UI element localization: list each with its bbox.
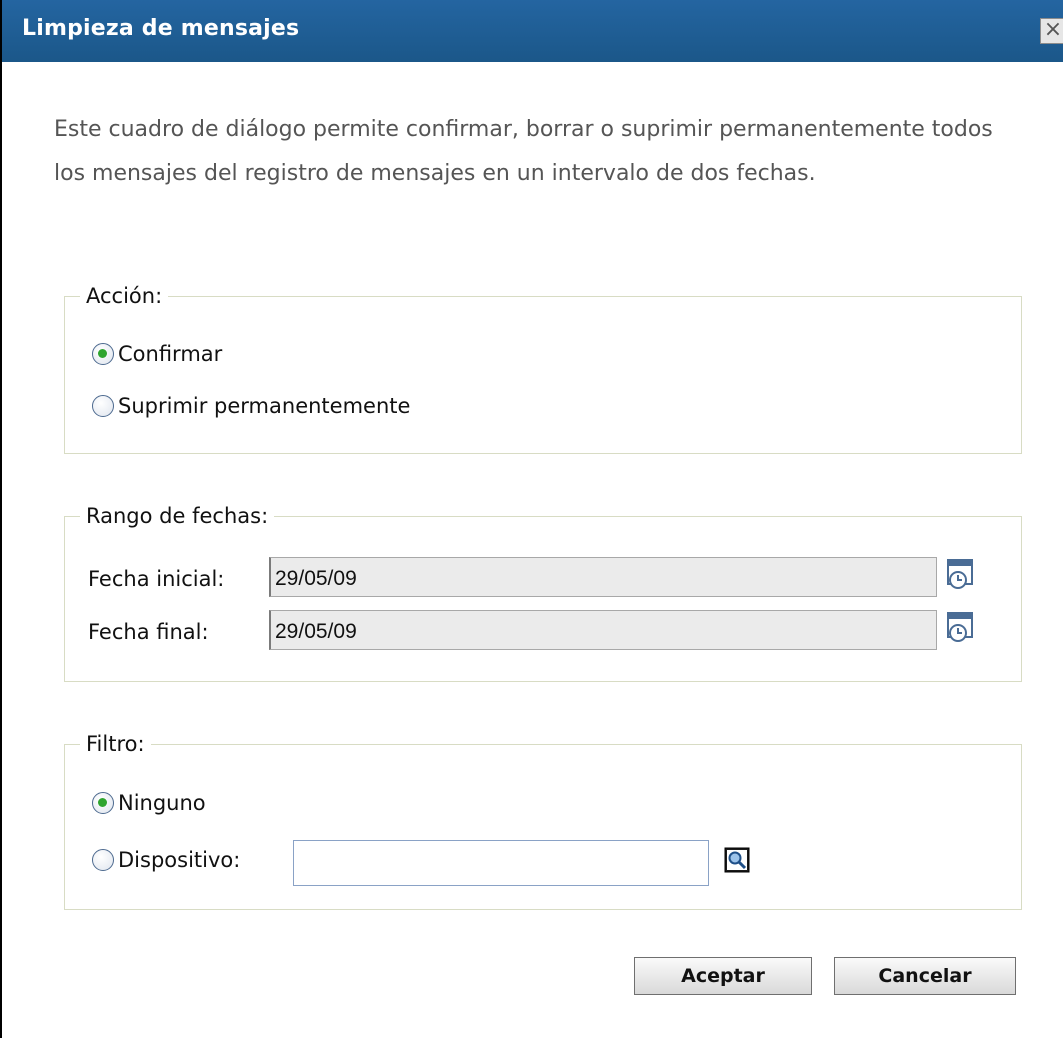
end-date-calendar-icon[interactable] bbox=[946, 611, 976, 643]
action-confirm-option[interactable]: Confirmar bbox=[92, 342, 222, 366]
purge-messages-dialog: Limpieza de mensajes × Este cuadro de di… bbox=[0, 0, 1063, 1038]
action-delete-option[interactable]: Suprimir permanentemente bbox=[92, 394, 410, 418]
end-date-label: Fecha final: bbox=[88, 620, 209, 644]
filter-device-radio[interactable] bbox=[92, 849, 114, 871]
filter-none-option[interactable]: Ninguno bbox=[92, 791, 206, 815]
start-date-label: Fecha inicial: bbox=[88, 567, 225, 591]
filter-none-radio[interactable] bbox=[92, 792, 114, 814]
dialog-titlebar: Limpieza de mensajes bbox=[2, 0, 1063, 62]
date-range-group bbox=[64, 516, 1022, 682]
action-confirm-radio[interactable] bbox=[92, 343, 114, 365]
filter-none-label: Ninguno bbox=[118, 791, 206, 815]
accept-button[interactable]: Aceptar bbox=[634, 957, 812, 995]
device-input[interactable] bbox=[293, 840, 709, 886]
start-date-calendar-icon[interactable] bbox=[946, 558, 976, 590]
action-group bbox=[64, 296, 1022, 454]
action-confirm-label: Confirmar bbox=[118, 342, 223, 366]
dialog-title: Limpieza de mensajes bbox=[22, 16, 300, 41]
filter-device-option[interactable]: Dispositivo: bbox=[92, 848, 240, 872]
date-range-legend: Rango de fechas: bbox=[80, 504, 275, 528]
action-delete-radio[interactable] bbox=[92, 395, 114, 417]
filter-device-label: Dispositivo: bbox=[118, 848, 241, 872]
search-icon[interactable] bbox=[724, 847, 750, 873]
dialog-description: Este cuadro de diálogo permite confirmar… bbox=[54, 117, 993, 186]
action-group-legend: Acción: bbox=[80, 284, 169, 308]
cancel-button[interactable]: Cancelar bbox=[834, 957, 1016, 995]
start-date-field[interactable]: 29/05/09 bbox=[269, 557, 937, 597]
action-delete-label: Suprimir permanentemente bbox=[118, 394, 411, 418]
end-date-field[interactable]: 29/05/09 bbox=[269, 610, 937, 650]
filter-group-legend: Filtro: bbox=[80, 732, 151, 756]
close-icon[interactable]: × bbox=[1040, 18, 1063, 44]
